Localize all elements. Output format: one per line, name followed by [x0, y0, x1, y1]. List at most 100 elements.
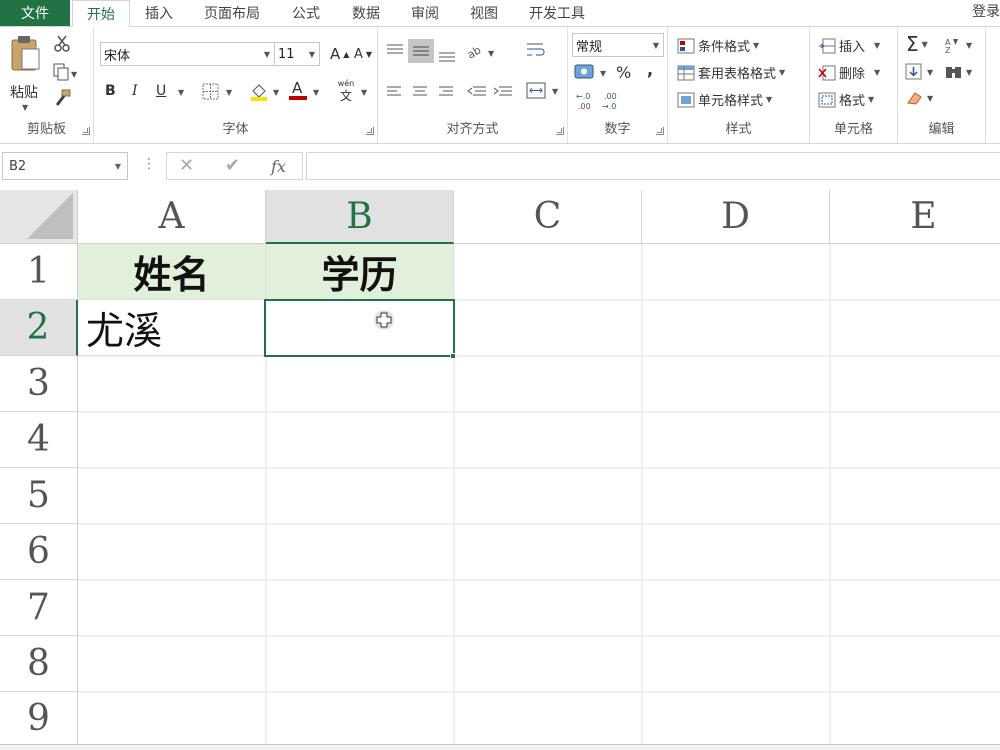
clear-icon[interactable]: ▼	[905, 89, 937, 107]
format-as-table-button[interactable]: 套用表格格式 ▼	[677, 63, 785, 82]
svg-text:▼: ▼	[927, 94, 934, 103]
group-number: 常规 ▼ ▼ % , ←.0.00 .00 →.0 数字	[568, 27, 668, 143]
align-right-icon[interactable]	[439, 85, 455, 99]
row-header-7[interactable]: 7	[0, 580, 78, 636]
formula-bar-splitter-icon[interactable]: ⋮	[142, 156, 156, 172]
formula-input[interactable]	[306, 152, 1000, 180]
shrink-font-icon: A	[354, 47, 363, 62]
column-header-d[interactable]: D	[642, 190, 830, 244]
format-painter-icon[interactable]	[54, 89, 72, 107]
cancel-icon[interactable]: ✕	[179, 155, 194, 176]
copy-icon[interactable]: ▼	[53, 63, 79, 81]
decrease-decimal-icon[interactable]: .00→.0	[602, 91, 624, 111]
autosum-button[interactable]: Σ ▼	[906, 32, 928, 56]
format-cells-button[interactable]: 格式 ▼	[818, 90, 874, 109]
paste-button[interactable]: 粘贴 ▼	[6, 35, 44, 115]
alignment-launcher-icon[interactable]	[556, 127, 564, 135]
column-header-e[interactable]: E	[830, 190, 1000, 244]
grow-font-button[interactable]: A ▲	[330, 45, 349, 63]
conditional-formatting-button[interactable]: 条件格式 ▼	[677, 36, 759, 55]
sort-filter-icon[interactable]: AZ ▼	[944, 36, 976, 54]
cut-icon[interactable]	[53, 35, 71, 53]
find-select-icon[interactable]: ▼	[944, 63, 976, 81]
number-launcher-icon[interactable]	[656, 127, 664, 135]
bold-button[interactable]: B	[105, 83, 116, 99]
font-name-select[interactable]: 宋体 ▼	[100, 42, 275, 66]
fill-icon[interactable]: ▼	[905, 63, 937, 81]
font-color-dropdown-icon[interactable]: ▼	[313, 88, 319, 97]
clipboard-launcher-icon[interactable]	[82, 127, 90, 135]
tab-data[interactable]: 数据	[352, 0, 380, 26]
insert-cells-button[interactable]: 插入 ▼	[818, 36, 880, 55]
cell-a2[interactable]: 尤溪	[78, 300, 266, 356]
underline-dropdown-icon[interactable]: ▼	[178, 88, 184, 97]
row-header-9[interactable]: 9	[0, 692, 78, 746]
row-header-8[interactable]: 8	[0, 636, 78, 692]
comma-style-button[interactable]: ,	[647, 60, 653, 79]
editing-group-label: 编辑	[928, 122, 955, 137]
align-left-icon[interactable]	[387, 85, 403, 99]
fill-color-icon[interactable]	[249, 81, 269, 101]
border-dropdown-icon[interactable]: ▼	[226, 88, 232, 97]
phonetic-icon[interactable]: wén 文	[336, 79, 356, 103]
align-bottom-icon[interactable]	[438, 47, 456, 63]
svg-text:▼: ▼	[488, 49, 495, 58]
underline-button[interactable]: U	[156, 83, 166, 99]
phonetic-dropdown-icon[interactable]: ▼	[361, 88, 367, 97]
percent-style-button[interactable]: %	[616, 63, 631, 82]
cell-a1[interactable]: 姓名	[78, 244, 266, 300]
number-format-select[interactable]: 常规 ▼	[572, 33, 664, 57]
tab-page-layout[interactable]: 页面布局	[204, 0, 260, 26]
group-cells: 插入 ▼ 删除 ▼ 格式 ▼ 单元格	[810, 27, 898, 143]
merge-center-icon[interactable]: ▼	[526, 82, 562, 100]
tab-insert[interactable]: 插入	[145, 0, 173, 26]
select-all-button[interactable]	[0, 190, 78, 244]
increase-decimal-icon[interactable]: ←.0.00	[576, 91, 598, 111]
tab-developer[interactable]: 开发工具	[529, 0, 585, 26]
tab-formulas[interactable]: 公式	[292, 0, 320, 26]
svg-text:.00: .00	[604, 92, 617, 101]
shrink-font-button[interactable]: A ▼	[354, 47, 372, 62]
svg-text:▼: ▼	[600, 69, 607, 78]
row-header-1[interactable]: 1	[0, 244, 78, 300]
row-header-4[interactable]: 4	[0, 412, 78, 468]
fill-color-dropdown-icon[interactable]: ▼	[273, 88, 279, 97]
phonetic-top: wén	[337, 79, 355, 88]
wrap-text-icon[interactable]	[526, 41, 546, 59]
column-header-b[interactable]: B	[266, 190, 454, 244]
accounting-format-icon[interactable]: ▼	[574, 63, 610, 81]
row-header-3[interactable]: 3	[0, 356, 78, 412]
increase-indent-icon[interactable]	[493, 85, 513, 99]
font-launcher-icon[interactable]	[366, 127, 374, 135]
fill-handle[interactable]	[450, 353, 456, 359]
cell-styles-button[interactable]: 单元格样式 ▼	[677, 90, 772, 109]
sheet-tab-bar	[0, 744, 1000, 750]
enter-icon[interactable]: ✔	[225, 155, 240, 176]
decrease-indent-icon[interactable]	[467, 85, 487, 99]
font-color-button[interactable]: A	[289, 79, 307, 101]
row-header-6[interactable]: 6	[0, 524, 78, 580]
align-middle-icon	[413, 46, 429, 56]
styles-group-label: 样式	[725, 122, 752, 137]
border-icon[interactable]	[202, 83, 220, 101]
tab-review[interactable]: 审阅	[411, 0, 439, 26]
name-box[interactable]: B2 ▼	[2, 152, 128, 180]
font-size-select[interactable]: 11 ▼	[274, 42, 320, 66]
orientation-icon[interactable]: ab ▼	[466, 43, 496, 61]
row-header-5[interactable]: 5	[0, 468, 78, 524]
login-link[interactable]: 登录	[972, 0, 1000, 26]
tab-home[interactable]: 开始	[72, 0, 130, 27]
align-top-icon[interactable]	[386, 43, 404, 59]
column-header-c[interactable]: C	[454, 190, 642, 244]
tab-file[interactable]: 文件	[0, 0, 70, 26]
align-center-icon[interactable]	[413, 85, 429, 99]
insert-cells-icon	[819, 38, 836, 53]
row-header-2[interactable]: 2	[0, 300, 78, 356]
insert-function-icon[interactable]: fx	[271, 157, 286, 176]
column-header-a[interactable]: A	[78, 190, 266, 244]
delete-cells-button[interactable]: 删除 ▼	[818, 63, 880, 82]
italic-button[interactable]: I	[132, 83, 138, 99]
align-middle-button[interactable]	[408, 39, 434, 63]
cell-b1[interactable]: 学历	[266, 244, 454, 300]
tab-view[interactable]: 视图	[470, 0, 498, 26]
